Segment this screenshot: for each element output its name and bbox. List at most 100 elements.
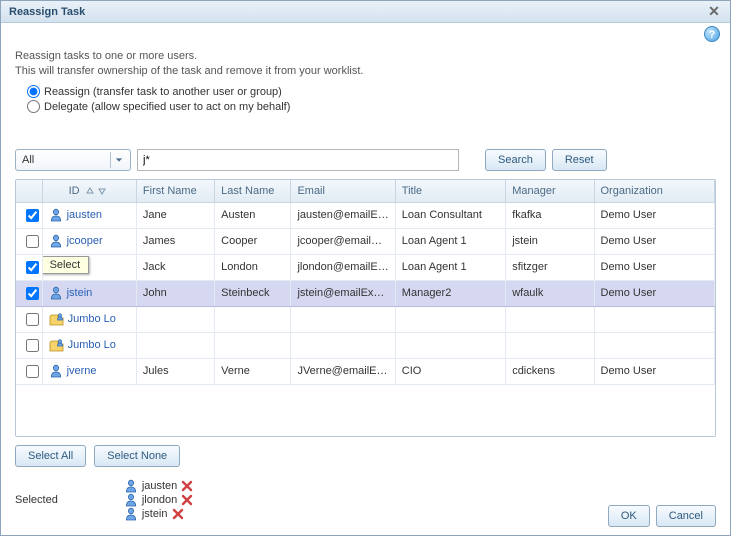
selected-chip: jstein xyxy=(124,507,193,521)
row-manager: jstein xyxy=(506,228,594,254)
row-email xyxy=(291,332,395,358)
row-title: Manager2 xyxy=(395,280,505,306)
radio-delegate-label: Delegate (allow specified user to act on… xyxy=(44,101,290,113)
row-id-link[interactable]: jstein xyxy=(67,287,93,299)
table-row[interactable]: Jumbo Lo xyxy=(16,332,715,358)
row-id-cell[interactable]: Select xyxy=(42,254,136,280)
table-row[interactable]: Jumbo Lo xyxy=(16,306,715,332)
col-checkbox[interactable] xyxy=(16,180,42,202)
person-icon xyxy=(124,507,138,521)
selected-chip-id: jstein xyxy=(142,508,168,520)
col-manager[interactable]: Manager xyxy=(506,180,594,202)
row-org: Demo User xyxy=(594,202,715,228)
table-row[interactable]: jsteinJohnSteinbeckjstein@emailExa…Manag… xyxy=(16,280,715,306)
radio-reassign-label: Reassign (transfer task to another user … xyxy=(44,86,282,98)
row-title: CIO xyxy=(395,358,505,384)
title-bar: Reassign Task ✕ xyxy=(1,1,730,23)
row-checkbox[interactable] xyxy=(26,313,39,326)
sort-desc-icon xyxy=(97,186,107,196)
selected-chip: jlondon xyxy=(124,493,193,507)
row-first: Jules xyxy=(136,358,214,384)
remove-chip-icon[interactable] xyxy=(181,494,193,506)
row-checkbox[interactable] xyxy=(26,235,39,248)
row-id-cell[interactable]: Jumbo Lo xyxy=(42,332,136,358)
row-checkbox-cell[interactable] xyxy=(16,358,42,384)
results-table: ID First Name Last Name Email Title Mana… xyxy=(15,179,716,437)
row-id-link[interactable]: jcooper xyxy=(67,235,103,247)
scope-combo[interactable]: All xyxy=(15,149,131,171)
row-email: jcooper@emailE… xyxy=(291,228,395,254)
row-checkbox-cell[interactable] xyxy=(16,306,42,332)
row-org xyxy=(594,332,715,358)
row-checkbox[interactable] xyxy=(26,339,39,352)
col-title[interactable]: Title xyxy=(395,180,505,202)
bulk-actions: Select All Select None xyxy=(15,445,716,467)
ok-button[interactable]: OK xyxy=(608,505,650,527)
row-first: James xyxy=(136,228,214,254)
row-checkbox-cell[interactable] xyxy=(16,254,42,280)
description-line-1: Reassign tasks to one or more users. xyxy=(15,50,197,62)
radio-delegate[interactable]: Delegate (allow specified user to act on… xyxy=(27,100,716,113)
table-row[interactable]: jverneJulesVerneJVerne@emailEx…CIOcdicke… xyxy=(16,358,715,384)
row-id-cell[interactable]: jausten xyxy=(42,202,136,228)
row-email: jstein@emailExa… xyxy=(291,280,395,306)
row-id-link[interactable]: jausten xyxy=(67,209,102,221)
row-title: Loan Agent 1 xyxy=(395,228,505,254)
col-id[interactable]: ID xyxy=(42,180,136,202)
col-last-name[interactable]: Last Name xyxy=(215,180,291,202)
search-button[interactable]: Search xyxy=(485,149,546,171)
row-checkbox-cell[interactable] xyxy=(16,332,42,358)
row-email xyxy=(291,306,395,332)
person-icon xyxy=(49,208,63,222)
chevron-down-icon[interactable] xyxy=(110,152,126,168)
row-id-link[interactable]: jverne xyxy=(67,365,97,377)
row-id-cell[interactable]: jstein xyxy=(42,280,136,306)
radio-reassign[interactable]: Reassign (transfer task to another user … xyxy=(27,85,716,98)
col-email[interactable]: Email xyxy=(291,180,395,202)
selected-chip-id: jausten xyxy=(142,480,177,492)
row-manager xyxy=(506,332,594,358)
col-organization[interactable]: Organization xyxy=(594,180,715,202)
selected-chip: jausten xyxy=(124,479,193,493)
row-email: JVerne@emailEx… xyxy=(291,358,395,384)
table-row[interactable]: jaustenJaneAustenjausten@emailE…Loan Con… xyxy=(16,202,715,228)
row-id-cell[interactable]: jcooper xyxy=(42,228,136,254)
row-org xyxy=(594,306,715,332)
col-first-name[interactable]: First Name xyxy=(136,180,214,202)
search-input[interactable] xyxy=(137,149,459,171)
table-row[interactable]: SelectJackLondonjlondon@emailE…Loan Agen… xyxy=(16,254,715,280)
row-id-link[interactable]: Jumbo Lo xyxy=(68,339,116,351)
row-org: Demo User xyxy=(594,254,715,280)
row-id-cell[interactable]: Jumbo Lo xyxy=(42,306,136,332)
row-checkbox-cell[interactable] xyxy=(16,228,42,254)
remove-chip-icon[interactable] xyxy=(181,480,193,492)
row-checkbox[interactable] xyxy=(26,261,39,274)
help-icon[interactable]: ? xyxy=(704,26,720,42)
row-manager xyxy=(506,306,594,332)
person-icon xyxy=(49,364,63,378)
reset-button[interactable]: Reset xyxy=(552,149,607,171)
radio-delegate-input[interactable] xyxy=(27,100,40,113)
help-row: ? xyxy=(1,23,730,45)
cancel-button[interactable]: Cancel xyxy=(656,505,716,527)
row-manager: cdickens xyxy=(506,358,594,384)
row-checkbox-cell[interactable] xyxy=(16,202,42,228)
close-icon[interactable]: ✕ xyxy=(706,4,722,20)
row-last: Steinbeck xyxy=(215,280,291,306)
row-checkbox-cell[interactable] xyxy=(16,280,42,306)
row-checkbox[interactable] xyxy=(26,209,39,222)
row-first: Jack xyxy=(136,254,214,280)
radio-reassign-input[interactable] xyxy=(27,85,40,98)
remove-chip-icon[interactable] xyxy=(172,508,184,520)
table-row[interactable]: jcooperJamesCooperjcooper@emailE…Loan Ag… xyxy=(16,228,715,254)
row-id-link[interactable]: Jumbo Lo xyxy=(68,313,116,325)
select-none-button[interactable]: Select None xyxy=(94,445,180,467)
group-icon xyxy=(49,312,64,326)
person-icon xyxy=(49,286,63,300)
row-checkbox[interactable] xyxy=(26,287,39,300)
row-manager: fkafka xyxy=(506,202,594,228)
row-id-cell[interactable]: jverne xyxy=(42,358,136,384)
selected-chip-id: jlondon xyxy=(142,494,177,506)
row-checkbox[interactable] xyxy=(26,365,39,378)
select-all-button[interactable]: Select All xyxy=(15,445,86,467)
